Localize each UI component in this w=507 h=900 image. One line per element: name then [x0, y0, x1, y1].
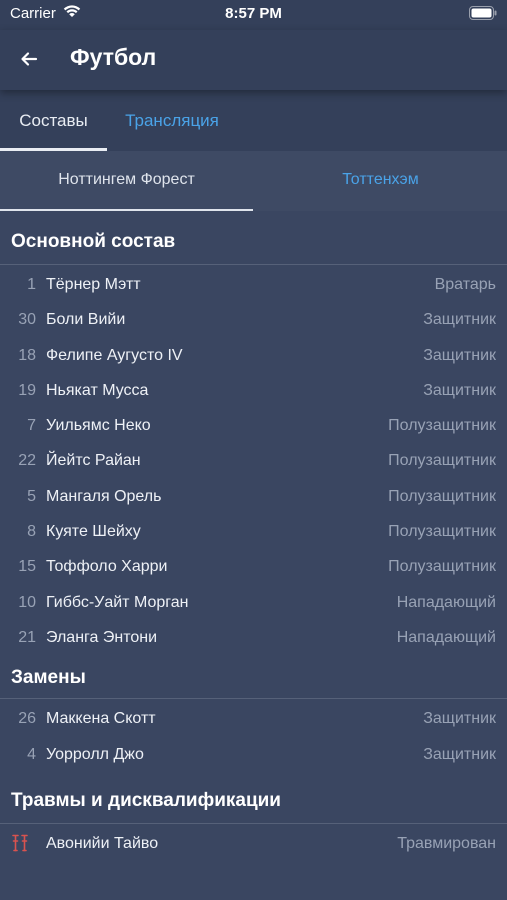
player-row[interactable]: 5 Мангаля Орель Полузащитник	[0, 479, 507, 514]
player-position: Защитник	[423, 381, 496, 399]
tab-lineups[interactable]: Составы	[0, 90, 107, 151]
player-status: Травмирован	[397, 834, 496, 852]
player-name: Уильямс Неко	[46, 417, 151, 435]
player-number: 26	[18, 710, 36, 728]
player-row[interactable]: 19 Ньякат Мусса Защитник	[0, 373, 507, 408]
page-title: Футбол	[70, 44, 157, 70]
player-row[interactable]: 8 Куяте Шейху Полузащитник	[0, 514, 507, 549]
player-name: Йейтс Райан	[46, 452, 141, 470]
back-arrow-icon[interactable]	[16, 46, 42, 72]
clock-time: 8:57 PM	[225, 5, 282, 22]
app-header: Футбол	[0, 30, 507, 90]
injury-crutches-icon	[12, 834, 28, 852]
player-row[interactable]: 22 Йейтс Райан Полузащитник	[0, 443, 507, 478]
lineup-content: Основной состав 1 Тёрнер Мэтт Вратарь 30…	[0, 211, 507, 861]
tab-broadcast-label: Трансляция	[125, 111, 219, 130]
player-number: 21	[18, 628, 36, 646]
player-name: Маккена Скотт	[46, 710, 156, 728]
player-row[interactable]: 21 Эланга Энтони Нападающий	[0, 620, 507, 655]
team-tab-bar: Ноттингем Форест Тоттенхэм	[0, 151, 507, 211]
player-row[interactable]: 1 Тёрнер Мэтт Вратарь	[0, 267, 507, 302]
player-name: Ньякат Мусса	[46, 381, 149, 399]
player-position: Нападающий	[396, 628, 496, 646]
tab-team-home[interactable]: Ноттингем Форест	[0, 151, 253, 211]
player-name: Эланга Энтони	[46, 628, 158, 646]
battery-icon	[469, 6, 497, 20]
player-position: Полузащитник	[388, 558, 496, 576]
player-position: Полузащитник	[388, 487, 496, 505]
tab-team-away[interactable]: Тоттенхэм	[254, 151, 507, 211]
section-title-injuries: Травмы и дисквалификации	[0, 772, 507, 824]
player-name: Авонийи Тайво	[46, 834, 159, 852]
player-row[interactable]: 7 Уильямс Неко Полузащитник	[0, 408, 507, 443]
player-position: Полузащитник	[388, 523, 496, 541]
player-row[interactable]: 30 Боли Вийи Защитник	[0, 302, 507, 337]
player-number: 4	[27, 745, 36, 763]
tab-broadcast[interactable]: Трансляция	[107, 90, 237, 151]
player-row[interactable]: 4 Уорролл Джо Защитник	[0, 737, 507, 772]
player-name: Тоффоло Харри	[46, 558, 168, 576]
player-row[interactable]: 10 Гиббс-Уайт Морган Нападающий	[0, 585, 507, 620]
player-position: Полузащитник	[388, 417, 496, 435]
player-position: Защитник	[423, 710, 496, 728]
player-name: Куяте Шейху	[46, 523, 141, 541]
player-number: 30	[18, 311, 36, 329]
player-number: 1	[27, 276, 36, 293]
player-number: 15	[18, 558, 36, 576]
player-row[interactable]: 15 Тоффоло Харри Полузащитник	[0, 549, 507, 584]
player-position: Защитник	[423, 311, 496, 329]
player-number: 7	[27, 417, 36, 435]
tab-lineups-label: Составы	[19, 111, 88, 130]
player-position: Защитник	[423, 346, 496, 364]
player-name: Гиббс-Уайт Морган	[46, 593, 189, 611]
status-bar: Carrier 8:57 PM	[0, 0, 507, 30]
player-row[interactable]: 18 Фелипе Аугусто IV Защитник	[0, 338, 507, 373]
section-title-subs: Замены	[0, 655, 507, 700]
player-name: Тёрнер Мэтт	[46, 276, 141, 293]
player-number: 5	[27, 487, 36, 505]
tab-team-home-label: Ноттингем Форест	[58, 171, 195, 188]
player-number: 19	[18, 381, 36, 399]
player-position: Вратарь	[434, 276, 496, 293]
player-number: 10	[18, 593, 36, 611]
tab-team-away-label: Тоттенхэм	[342, 171, 419, 188]
player-position: Защитник	[423, 745, 496, 763]
player-number: 18	[18, 346, 36, 364]
player-position: Нападающий	[396, 593, 496, 611]
player-name: Фелипе Аугусто IV	[46, 346, 183, 364]
section-title-starting: Основной состав	[0, 211, 507, 265]
player-name: Боли Вийи	[46, 311, 126, 329]
player-row[interactable]: Авонийи Тайво Травмирован	[0, 826, 507, 861]
player-position: Полузащитник	[388, 452, 496, 470]
main-tab-bar: Составы Трансляция	[0, 90, 507, 151]
player-name: Уорролл Джо	[46, 745, 144, 763]
player-row[interactable]: 26 Маккена Скотт Защитник	[0, 701, 507, 736]
player-number: 22	[18, 452, 36, 470]
player-number: 8	[27, 523, 36, 541]
player-name: Мангаля Орель	[46, 487, 162, 505]
